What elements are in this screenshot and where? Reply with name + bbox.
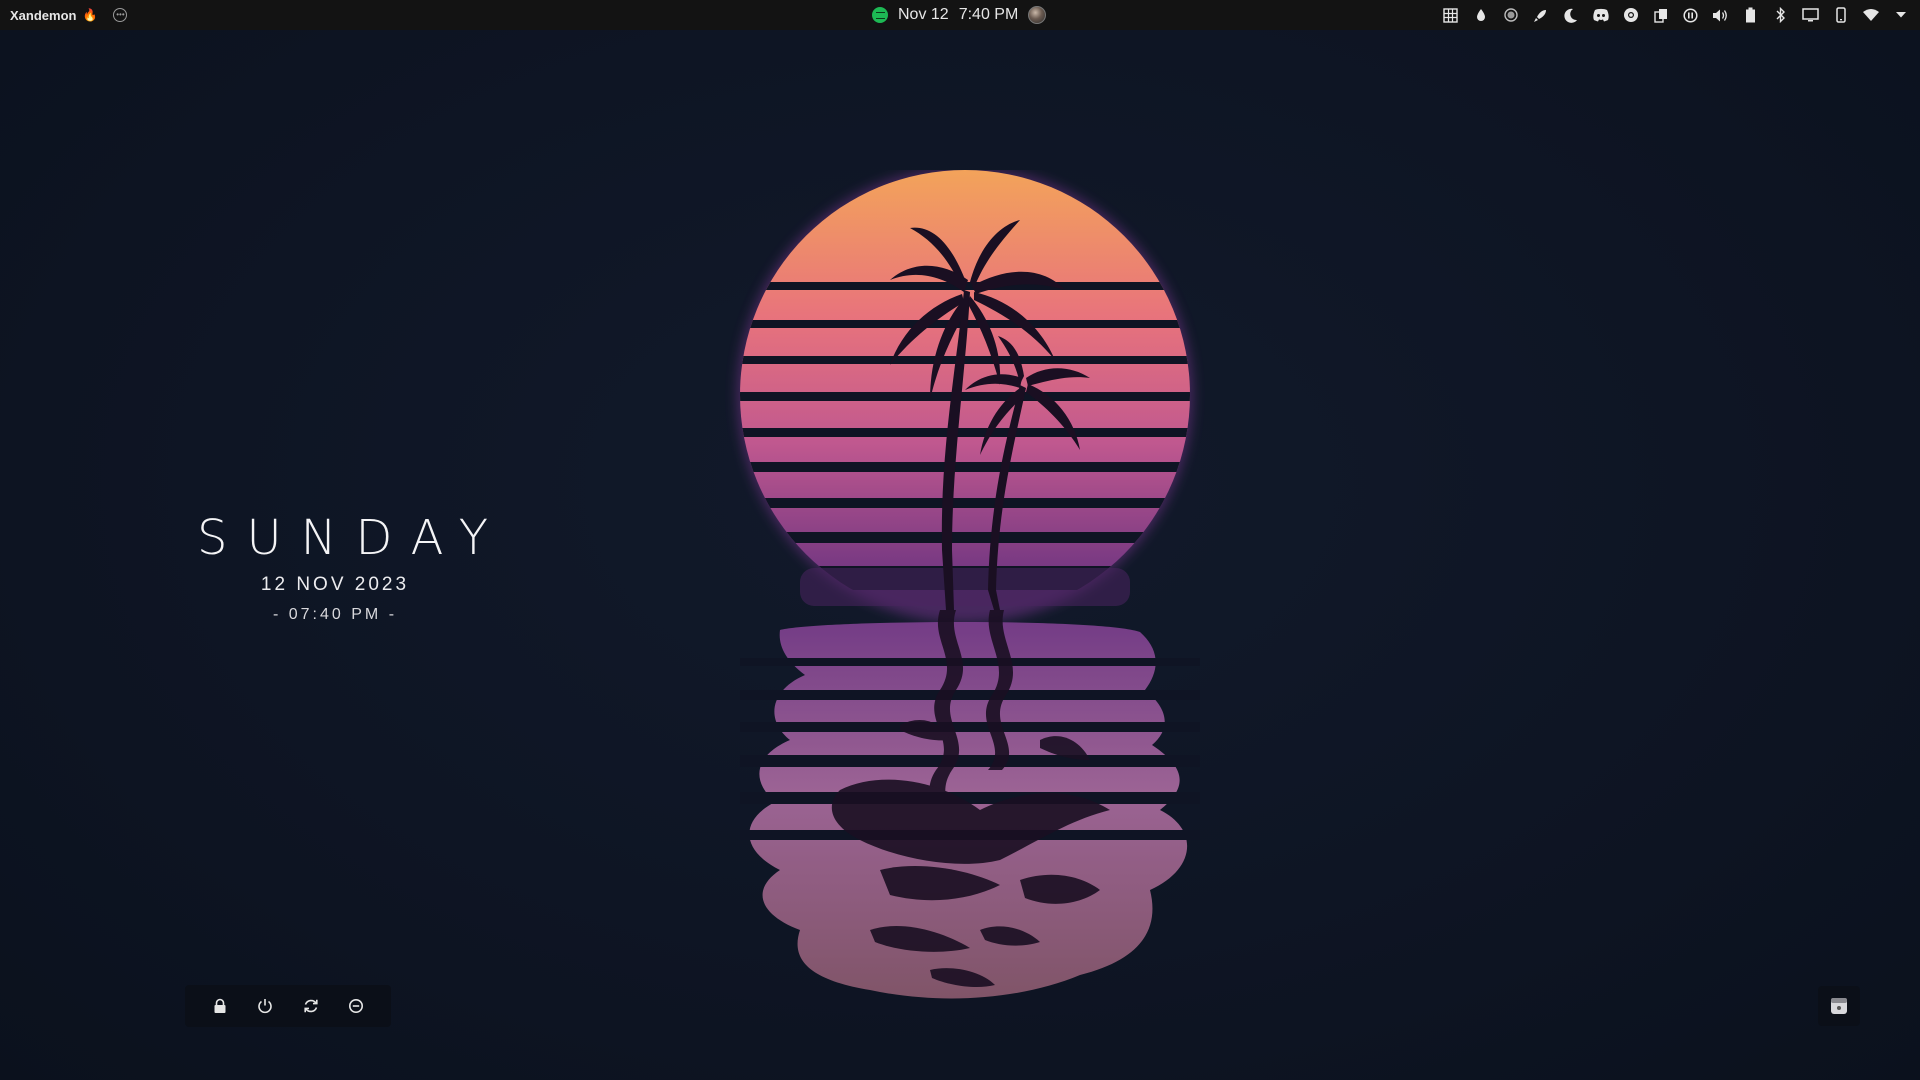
pause-icon[interactable] — [1681, 6, 1700, 24]
rocket-icon[interactable] — [1531, 6, 1550, 24]
avatar[interactable] — [1028, 6, 1047, 24]
restart-icon[interactable] — [300, 995, 322, 1017]
username-label[interactable]: Xandemon — [10, 8, 76, 23]
workspace-overview-icon[interactable]: ••• — [113, 8, 128, 22]
discord-icon[interactable] — [1591, 6, 1610, 24]
power-menu — [185, 985, 391, 1027]
table-icon[interactable] — [1441, 6, 1460, 24]
drop-icon[interactable] — [1471, 6, 1490, 24]
panel-left: Xandemon 🔥 ••• — [10, 0, 128, 30]
flame-icon: 🔥 — [82, 8, 98, 22]
striped-sun — [740, 170, 1190, 590]
widget-time: - 07:40 PM - — [272, 606, 398, 623]
record-icon[interactable] — [1501, 6, 1520, 24]
clock-widget: SUNDAY 12 NOV 2023 - 07:40 PM - — [185, 510, 508, 624]
power-icon[interactable] — [254, 995, 276, 1017]
widget-date: 12 NOV 2023 — [260, 574, 410, 595]
notifications-button[interactable] — [1818, 986, 1860, 1026]
panel-time[interactable]: 7:40 PM — [959, 6, 1019, 24]
wifi-icon[interactable] — [1861, 6, 1880, 24]
logout-icon[interactable] — [345, 995, 367, 1017]
synthwave-sunset-wallpaper — [737, 170, 1200, 999]
bluetooth-icon[interactable] — [1771, 6, 1790, 24]
panel-date[interactable]: Nov 12 — [898, 6, 949, 24]
water-reflection — [740, 610, 1200, 999]
clipboard-icon[interactable] — [1651, 6, 1670, 24]
volume-icon[interactable] — [1711, 6, 1730, 24]
phone-icon[interactable] — [1831, 6, 1850, 24]
dropdown-icon[interactable] — [1891, 6, 1910, 24]
lock-icon[interactable] — [209, 995, 231, 1017]
top-panel: Xandemon 🔥 ••• Nov 12 7:40 PM — [0, 0, 1920, 30]
day-name: SUNDAY — [197, 510, 508, 566]
panel-clock[interactable]: Nov 12 7:40 PM — [872, 0, 1047, 30]
moon-icon[interactable] — [1561, 6, 1580, 24]
desktop: Xandemon 🔥 ••• Nov 12 7:40 PM SUNDAY 12 … — [0, 0, 1920, 1080]
spotify-icon[interactable] — [872, 7, 888, 23]
horizon-haze — [800, 568, 1130, 606]
system-tray — [1441, 0, 1910, 30]
display-icon[interactable] — [1801, 6, 1820, 24]
notification-panel-icon — [1831, 998, 1847, 1014]
chrome-icon[interactable] — [1621, 6, 1640, 24]
battery-icon[interactable] — [1741, 6, 1760, 24]
